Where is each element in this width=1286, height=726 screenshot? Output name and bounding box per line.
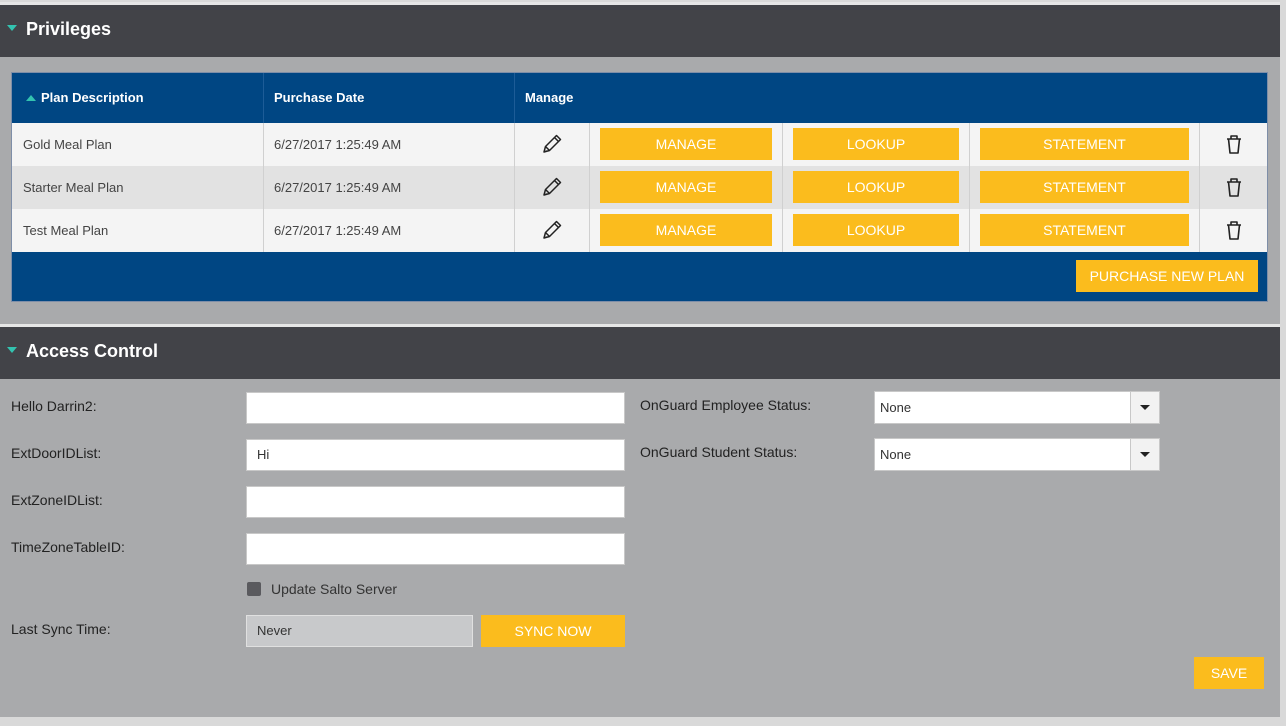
manage-button[interactable]: MANAGE bbox=[600, 171, 772, 203]
statement-button-cell: STATEMENT bbox=[970, 209, 1200, 252]
manage-button-cell: MANAGE bbox=[590, 209, 783, 252]
delete-cell bbox=[1200, 209, 1267, 252]
manage-button-cell: MANAGE bbox=[590, 166, 783, 209]
plan-description-cell: Test Meal Plan bbox=[12, 209, 264, 252]
statement-button[interactable]: STATEMENT bbox=[980, 214, 1189, 246]
save-button[interactable]: SAVE bbox=[1194, 657, 1264, 689]
pencil-icon[interactable] bbox=[540, 175, 564, 199]
privileges-header[interactable]: Privileges bbox=[0, 5, 1280, 57]
purchase-date-cell: 6/27/2017 1:25:49 AM bbox=[264, 166, 515, 209]
lookup-button[interactable]: LOOKUP bbox=[793, 171, 959, 203]
access-control-title: Access Control bbox=[26, 341, 159, 361]
lookup-button-cell: LOOKUP bbox=[783, 209, 970, 252]
manage-button[interactable]: MANAGE bbox=[600, 128, 772, 160]
lookup-button[interactable]: LOOKUP bbox=[793, 214, 959, 246]
statement-button-cell: STATEMENT bbox=[970, 166, 1200, 209]
statement-button[interactable]: STATEMENT bbox=[980, 128, 1189, 160]
edit-cell bbox=[515, 209, 590, 252]
column-header-purchase-date[interactable]: Purchase Date bbox=[274, 73, 364, 123]
column-header-manage: Manage bbox=[525, 90, 574, 105]
privileges-title: Privileges bbox=[26, 19, 112, 39]
hello-input[interactable] bbox=[246, 392, 625, 424]
ext-zone-id-list-label: ExtZoneIDList: bbox=[11, 492, 103, 508]
trash-icon[interactable] bbox=[1224, 133, 1244, 155]
pencil-icon[interactable] bbox=[540, 132, 564, 156]
privileges-panel: Privileges Plan Description Purchase Dat… bbox=[0, 2, 1280, 325]
delete-cell bbox=[1200, 166, 1267, 209]
hello-label: Hello Darrin2: bbox=[11, 398, 97, 414]
trash-icon[interactable] bbox=[1224, 176, 1244, 198]
pencil-icon[interactable] bbox=[540, 218, 564, 242]
statement-button[interactable]: STATEMENT bbox=[980, 171, 1189, 203]
time-zone-table-id-label: TimeZoneTableID: bbox=[11, 539, 125, 555]
lookup-button-cell: LOOKUP bbox=[783, 123, 970, 166]
chevron-down-icon[interactable] bbox=[1130, 392, 1159, 423]
collapse-caret-icon[interactable] bbox=[7, 347, 17, 353]
statement-button-cell: STATEMENT bbox=[970, 123, 1200, 166]
trash-icon[interactable] bbox=[1224, 219, 1244, 241]
access-control-header[interactable]: Access Control bbox=[0, 327, 1280, 379]
table-row: Gold Meal Plan 6/27/2017 1:25:49 AM MANA… bbox=[12, 123, 1267, 167]
plan-description-cell: Starter Meal Plan bbox=[12, 166, 264, 209]
onguard-employee-status-value: None bbox=[880, 400, 912, 415]
plan-description-cell: Gold Meal Plan bbox=[12, 123, 264, 166]
edit-cell bbox=[515, 166, 590, 209]
table-row: Starter Meal Plan 6/27/2017 1:25:49 AM M… bbox=[12, 166, 1267, 210]
ext-door-id-list-label: ExtDoorIDList: bbox=[11, 445, 102, 461]
onguard-employee-status-label: OnGuard Employee Status: bbox=[640, 397, 812, 413]
header-divider bbox=[514, 73, 515, 123]
table-row: Test Meal Plan 6/27/2017 1:25:49 AM MANA… bbox=[12, 209, 1267, 252]
ext-zone-id-list-input[interactable] bbox=[246, 486, 625, 518]
lookup-button[interactable]: LOOKUP bbox=[793, 128, 959, 160]
sort-ascending-icon bbox=[26, 94, 36, 101]
onguard-employee-status-select[interactable]: None bbox=[874, 391, 1160, 424]
purchase-date-cell: 6/27/2017 1:25:49 AM bbox=[264, 123, 515, 166]
onguard-student-status-value: None bbox=[880, 447, 912, 462]
access-control-panel: Access Control Hello Darrin2: ExtDoorIDL… bbox=[0, 324, 1280, 717]
update-salto-checkbox[interactable] bbox=[247, 582, 261, 596]
collapse-caret-icon[interactable] bbox=[7, 25, 17, 31]
last-sync-time-value: Never bbox=[246, 615, 473, 647]
onguard-student-status-label: OnGuard Student Status: bbox=[640, 444, 798, 460]
manage-button[interactable]: MANAGE bbox=[600, 214, 772, 246]
delete-cell bbox=[1200, 123, 1267, 166]
last-sync-time-label: Last Sync Time: bbox=[11, 621, 111, 637]
sync-now-button[interactable]: SYNC NOW bbox=[481, 615, 625, 647]
ext-door-id-list-input[interactable]: Hi bbox=[246, 439, 625, 471]
purchase-date-cell: 6/27/2017 1:25:49 AM bbox=[264, 209, 515, 252]
plans-grid: Plan Description Purchase Date Manage Go… bbox=[11, 72, 1268, 302]
time-zone-table-id-input[interactable] bbox=[246, 533, 625, 565]
onguard-student-status-select[interactable]: None bbox=[874, 438, 1160, 471]
header-divider bbox=[263, 73, 264, 123]
column-header-plan-description[interactable]: Plan Description bbox=[26, 73, 144, 123]
purchase-new-plan-button[interactable]: PURCHASE NEW PLAN bbox=[1076, 260, 1258, 292]
edit-cell bbox=[515, 123, 590, 166]
lookup-button-cell: LOOKUP bbox=[783, 166, 970, 209]
chevron-down-icon[interactable] bbox=[1130, 439, 1159, 470]
update-salto-label[interactable]: Update Salto Server bbox=[271, 581, 397, 597]
manage-button-cell: MANAGE bbox=[590, 123, 783, 166]
